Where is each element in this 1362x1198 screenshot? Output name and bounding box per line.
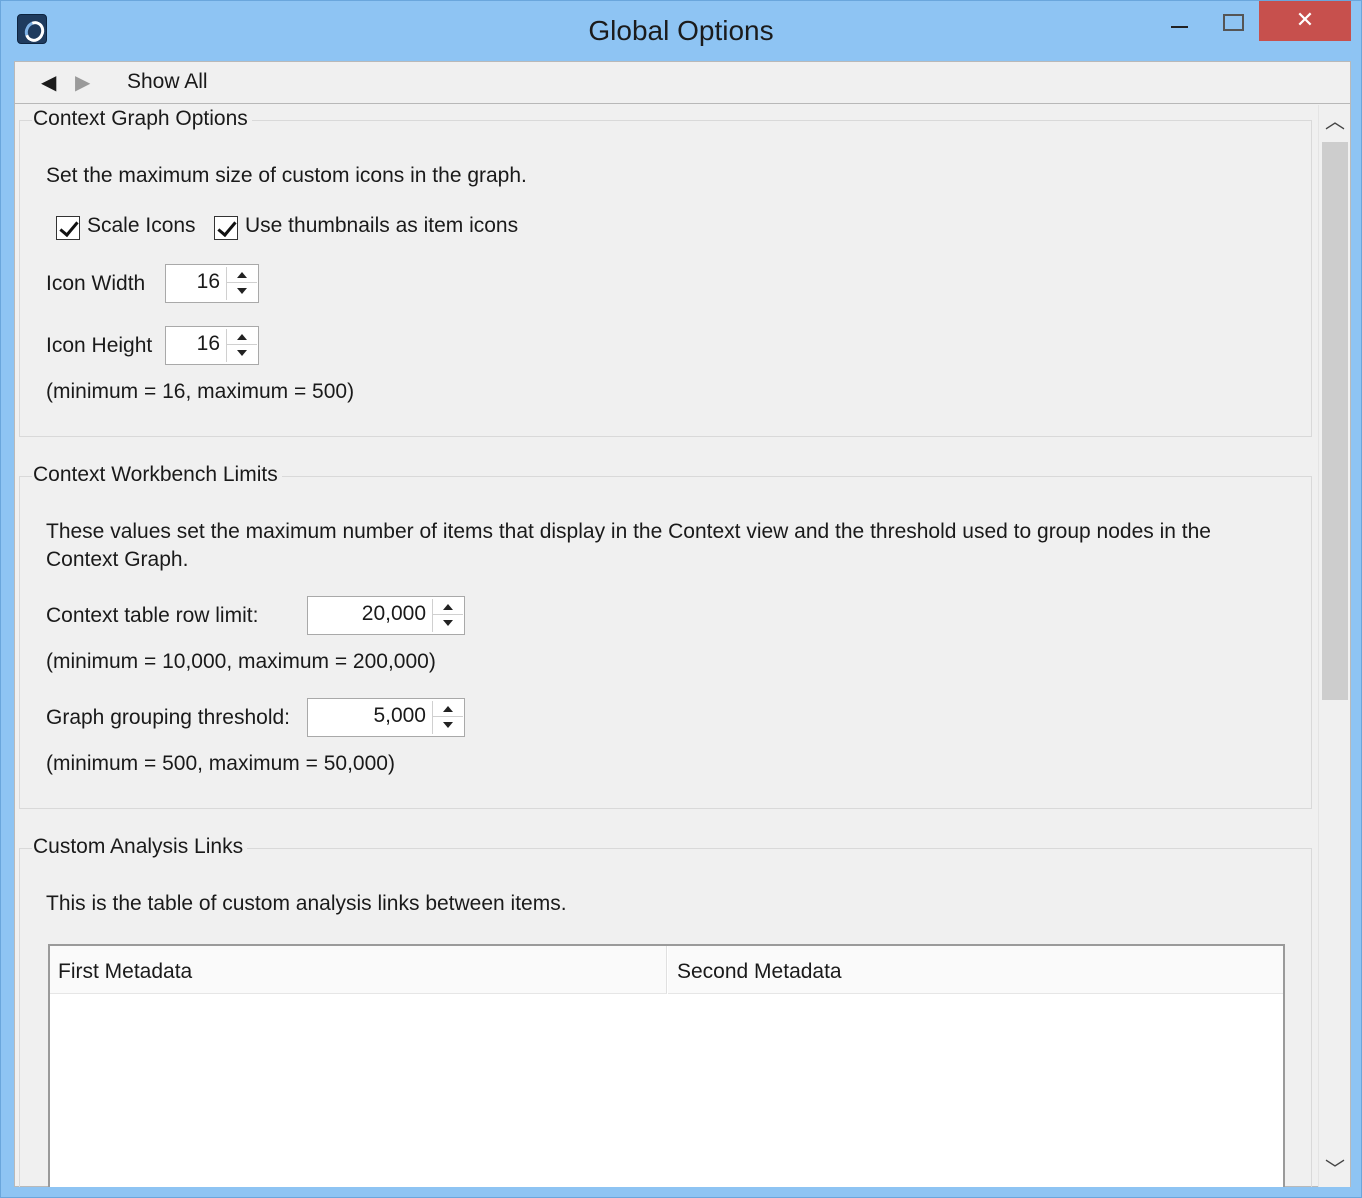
icon-height-arrows xyxy=(226,329,257,362)
grouping-threshold-stepper[interactable]: 5,000 xyxy=(307,698,465,737)
use-thumbnails-label: Use thumbnails as item icons xyxy=(245,214,519,237)
row-limit-arrows xyxy=(432,599,463,632)
analysis-links-description: This is the table of custom analysis lin… xyxy=(46,892,567,915)
increment-icon[interactable] xyxy=(227,329,257,345)
decrement-icon[interactable] xyxy=(433,615,463,631)
workbench-description-line2: Context Graph. xyxy=(46,548,189,571)
row-limit-value[interactable]: 20,000 xyxy=(362,602,426,626)
icon-width-arrows xyxy=(226,267,257,300)
scroll-up-icon[interactable]: ︿ xyxy=(1319,107,1351,137)
increment-icon[interactable] xyxy=(433,599,463,615)
global-options-window: Global Options ✕ ◀ ▶ Show All Context Gr… xyxy=(0,0,1362,1198)
icon-width-value[interactable]: 16 xyxy=(197,270,220,294)
maximize-button[interactable] xyxy=(1209,1,1255,41)
scroll-thumb[interactable] xyxy=(1322,142,1348,700)
group-title: Context Graph Options xyxy=(32,107,252,131)
close-button[interactable]: ✕ xyxy=(1259,1,1351,41)
grouping-threshold-label: Graph grouping threshold: xyxy=(46,706,290,729)
context-graph-options-group: Context Graph Options Set the maximum si… xyxy=(19,107,1312,437)
grouping-threshold-range-note: (minimum = 500, maximum = 50,000) xyxy=(46,752,395,775)
row-limit-label: Context table row limit: xyxy=(46,604,259,627)
client-area: ◀ ▶ Show All Context Graph Options Set t… xyxy=(14,61,1351,1187)
show-all-button[interactable]: Show All xyxy=(127,70,208,94)
options-content: Context Graph Options Set the maximum si… xyxy=(15,105,1317,1187)
group-title: Context Workbench Limits xyxy=(32,463,282,487)
decrement-icon[interactable] xyxy=(227,283,257,299)
increment-icon[interactable] xyxy=(227,267,257,283)
toolbar: ◀ ▶ Show All xyxy=(15,62,1350,104)
custom-analysis-links-group: Custom Analysis Links This is the table … xyxy=(19,835,1312,1187)
icon-height-label: Icon Height xyxy=(46,334,153,357)
icon-size-range-note: (minimum = 16, maximum = 500) xyxy=(46,380,355,403)
icon-width-stepper[interactable]: 16 xyxy=(165,264,259,303)
icon-width-label: Icon Width xyxy=(46,272,146,295)
column-header-first-metadata[interactable]: First Metadata xyxy=(50,946,667,994)
context-graph-description: Set the maximum size of custom icons in … xyxy=(46,164,527,187)
context-workbench-limits-group: Context Workbench Limits These values se… xyxy=(19,463,1312,809)
column-header-second-metadata[interactable]: Second Metadata xyxy=(668,946,1283,994)
forward-arrow-icon[interactable]: ▶ xyxy=(75,70,90,95)
use-thumbnails-checkbox[interactable] xyxy=(214,216,238,240)
icon-height-stepper[interactable]: 16 xyxy=(165,326,259,365)
back-arrow-icon[interactable]: ◀ xyxy=(41,70,56,95)
scale-icons-label: Scale Icons xyxy=(87,214,196,237)
grouping-threshold-value[interactable]: 5,000 xyxy=(373,704,426,728)
scale-icons-checkbox[interactable] xyxy=(56,216,80,240)
decrement-icon[interactable] xyxy=(227,345,257,361)
decrement-icon[interactable] xyxy=(433,717,463,733)
title-bar[interactable]: Global Options ✕ xyxy=(1,1,1361,61)
group-title: Custom Analysis Links xyxy=(32,835,248,859)
close-icon: ✕ xyxy=(1295,7,1315,32)
increment-icon[interactable] xyxy=(433,701,463,717)
analysis-links-table[interactable]: First Metadata Second Metadata xyxy=(48,944,1285,1187)
workbench-description-line1: These values set the maximum number of i… xyxy=(46,520,1211,543)
scroll-down-icon[interactable]: ﹀ xyxy=(1319,1155,1351,1185)
grouping-threshold-arrows xyxy=(432,701,463,734)
vertical-scrollbar[interactable]: ︿ ﹀ xyxy=(1318,105,1350,1187)
row-limit-stepper[interactable]: 20,000 xyxy=(307,596,465,635)
minimize-button[interactable] xyxy=(1157,1,1203,41)
row-limit-range-note: (minimum = 10,000, maximum = 200,000) xyxy=(46,650,436,673)
icon-height-value[interactable]: 16 xyxy=(197,332,220,356)
